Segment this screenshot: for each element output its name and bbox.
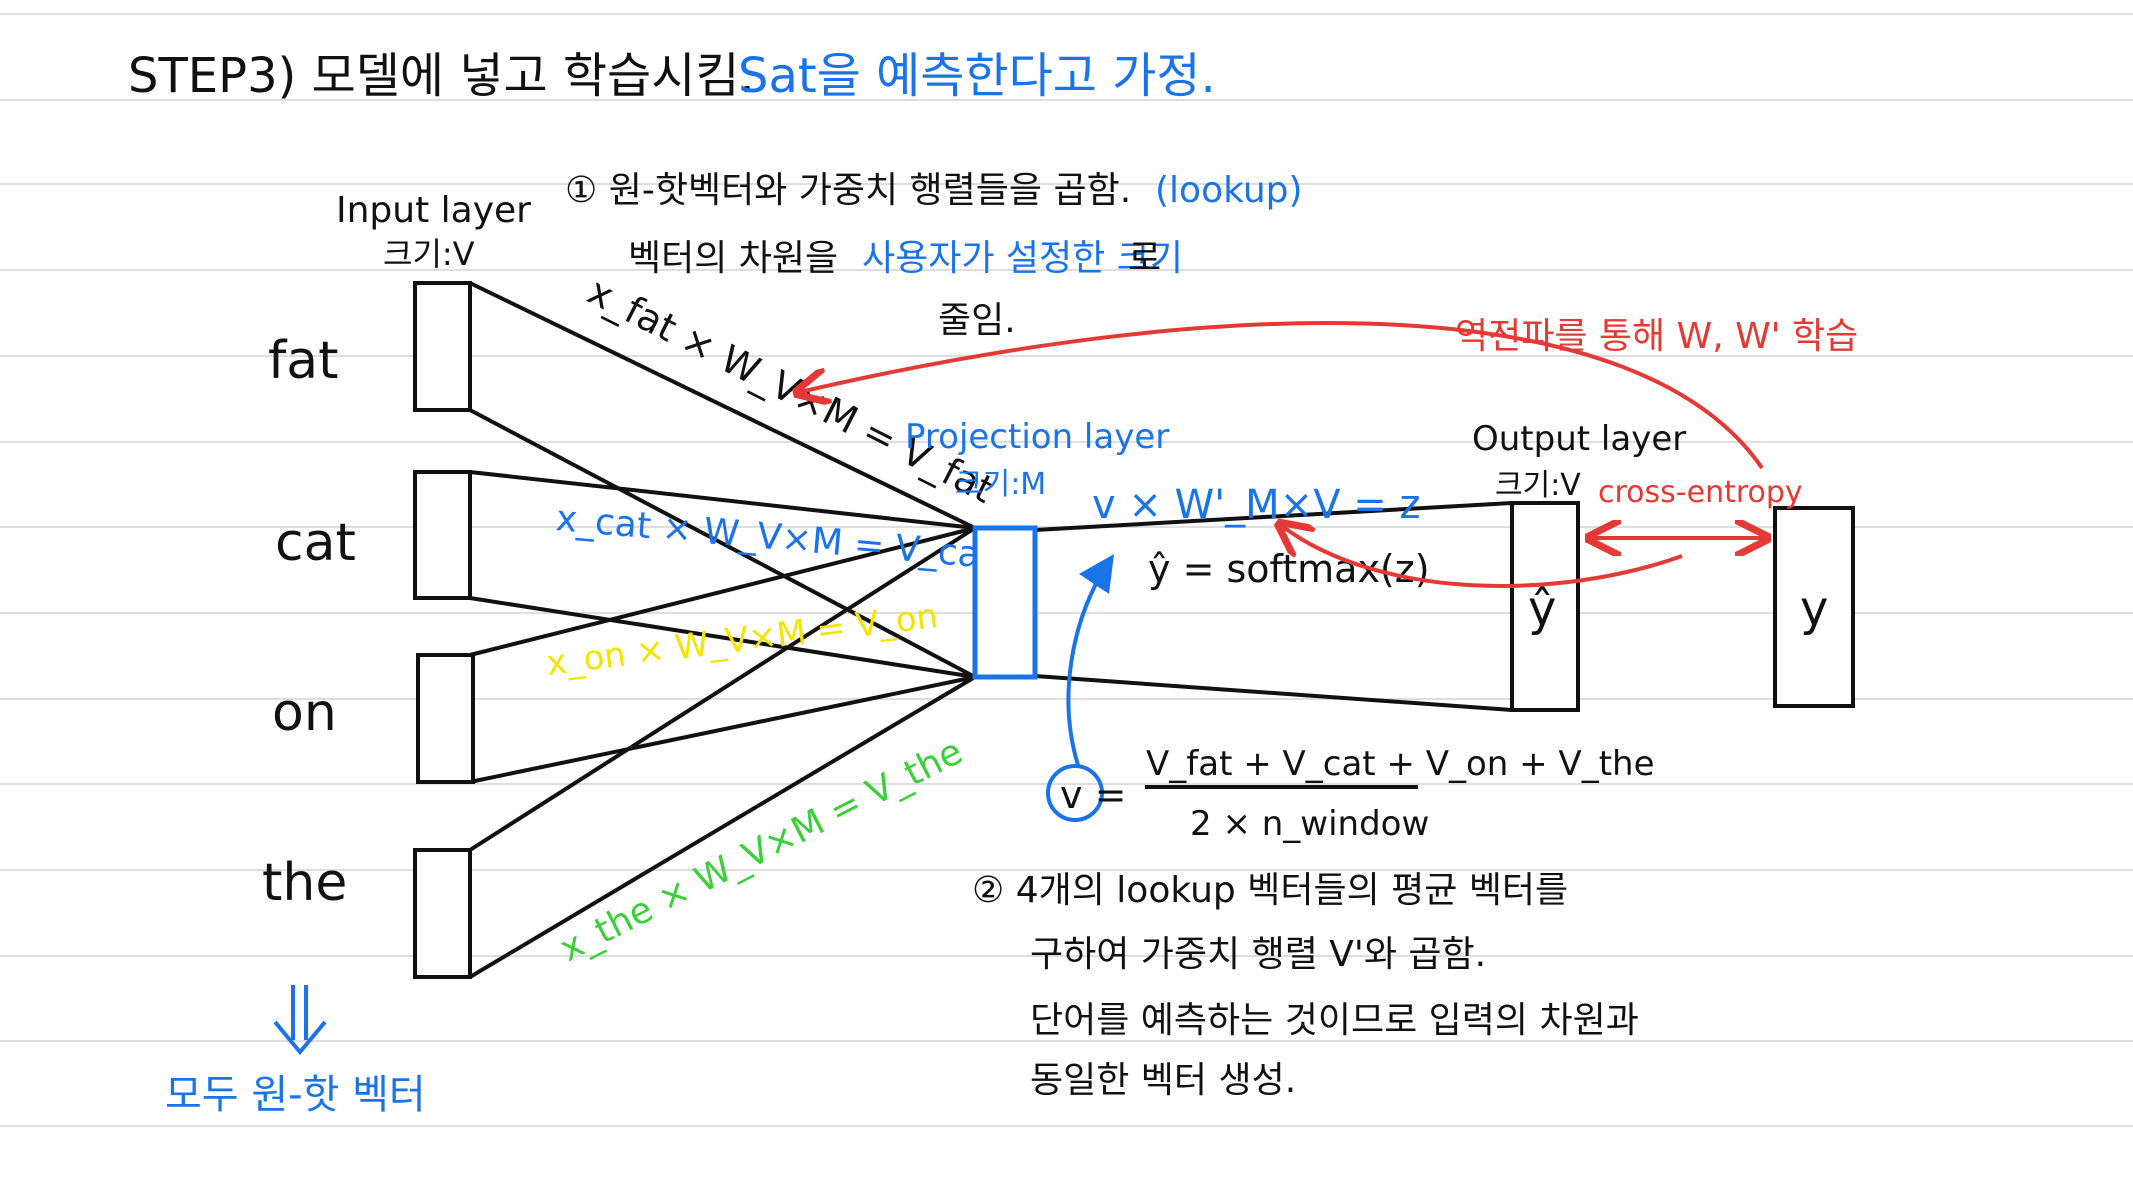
eq-cat: x_cat × W_V×M = V_cat: [554, 498, 995, 577]
note1-lookup: (lookup): [1155, 170, 1303, 211]
output-layer-title: Output layer: [1472, 419, 1686, 459]
projection-layer-size: 크기:M: [955, 467, 1046, 502]
cross-entropy-label: cross-entropy: [1598, 475, 1803, 510]
input-box-fat: [413, 281, 472, 412]
word-fat: fat: [268, 331, 339, 391]
avg-denominator: 2 × n_window: [1190, 804, 1429, 844]
projection-box: [972, 525, 1038, 680]
cbow-diagram: STEP3) 모델에 넣고 학습시킴. Sat을 예측한다고 가정. ① 원-핫…: [0, 13, 2133, 1127]
note2-line3: 단어를 예측하는 것이므로 입력의 차원과: [1030, 1000, 1639, 1041]
eq-on: x_on × W_V×M = V_on: [544, 596, 940, 684]
projection-layer-title: Projection layer: [905, 417, 1169, 457]
eq-softmax: ŷ = softmax(z): [1148, 547, 1430, 591]
input-box-on: [416, 653, 475, 784]
note1-line1: ① 원-핫벡터와 가중치 행렬들을 곱함.: [565, 170, 1131, 211]
one-hot-footer: 모두 원-핫 벡터: [165, 1072, 426, 1118]
word-the: the: [262, 853, 347, 913]
note-page: STEP3) 모델에 넣고 학습시킴. Sat을 예측한다고 가정. ① 원-핫…: [0, 0, 2133, 1186]
word-cat: cat: [275, 513, 356, 573]
input-box-cat: [413, 470, 472, 600]
note2-line1: ② 4개의 lookup 벡터들의 평균 벡터를: [972, 870, 1568, 911]
output-yhat: ŷ: [1528, 581, 1556, 637]
output-layer-size: 크기:V: [1495, 468, 1581, 503]
projection-to-output-lines: [1034, 501, 1513, 712]
note1-line3: 줄임.: [938, 300, 1016, 341]
note1-line2a: 벡터의 차원을: [628, 238, 838, 279]
note1-line2c: 로: [1128, 238, 1161, 279]
eq-output-z: v × W'_M×V = z: [1092, 482, 1421, 528]
input-layer-title: Input layer: [336, 190, 531, 231]
v-arrow: [1066, 554, 1114, 766]
input-layer-size: 크기:V: [383, 235, 475, 273]
target-y: y: [1800, 581, 1828, 637]
note2-line2: 구하여 가중치 행렬 V'와 곱함.: [1030, 934, 1486, 975]
avg-numerator: V_fat + V_cat + V_on + V_the: [1146, 744, 1655, 784]
avg-lhs: v =: [1060, 773, 1126, 817]
word-on: on: [272, 683, 337, 743]
input-box-the: [413, 848, 472, 979]
backprop-label: 역전파를 통해 W, W' 학습: [1455, 316, 1858, 357]
assumption-text: Sat을 예측한다고 가정.: [738, 48, 1216, 104]
note2-line4: 동일한 벡터 생성.: [1030, 1060, 1296, 1101]
eq-the: x_the × W_V×M = V_the: [553, 731, 969, 970]
step-title: STEP3) 모델에 넣고 학습시킴.: [128, 48, 755, 104]
